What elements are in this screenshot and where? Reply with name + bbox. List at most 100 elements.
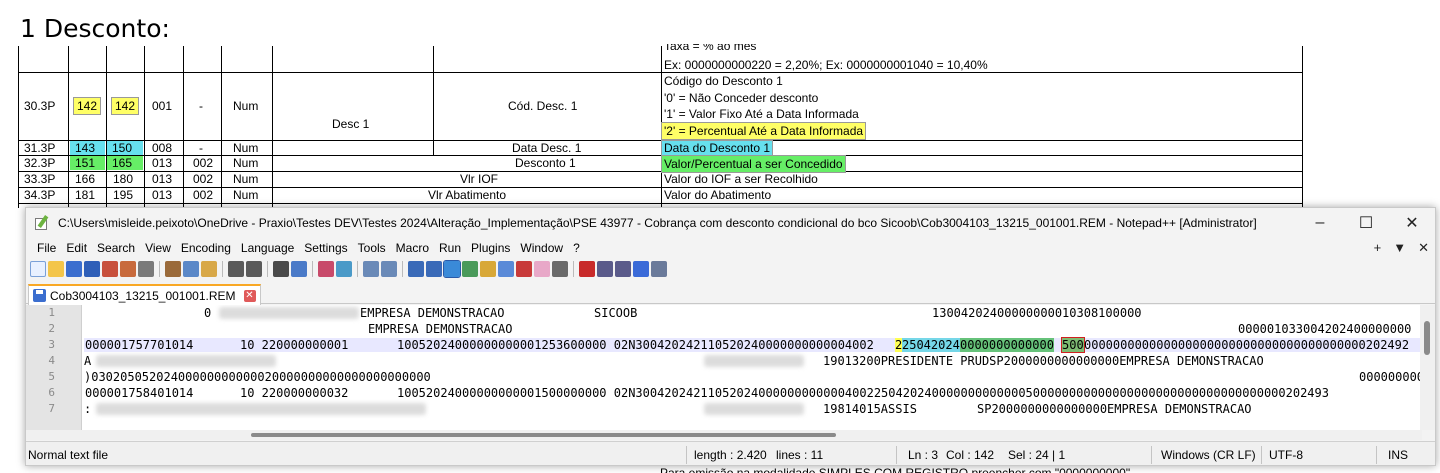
document-map-icon[interactable] bbox=[462, 261, 478, 277]
redacted-text bbox=[704, 403, 804, 415]
close-button[interactable]: ✕ bbox=[1389, 208, 1435, 238]
redacted-text bbox=[219, 307, 359, 319]
row-desc-highlight: Valor/Percentual a ser Concedido bbox=[661, 155, 846, 173]
minimize-button[interactable]: – bbox=[1297, 208, 1343, 238]
zoom-in-icon[interactable] bbox=[318, 261, 334, 277]
indent-guide-icon[interactable] bbox=[443, 260, 461, 278]
row-type: Num bbox=[233, 172, 259, 186]
play-macro-icon[interactable] bbox=[615, 261, 631, 277]
menu-bar: File Edit Search View Encoding Language … bbox=[26, 238, 1435, 258]
row-desc-highlight: Data do Desconto 1 bbox=[661, 140, 774, 156]
sync-horizontal-icon[interactable] bbox=[381, 261, 397, 277]
toolbar-separator bbox=[402, 261, 403, 277]
scroll-thumb[interactable] bbox=[251, 433, 836, 437]
status-divider bbox=[1376, 446, 1377, 464]
row-type: Num bbox=[233, 156, 259, 170]
menu-language[interactable]: Language bbox=[236, 241, 299, 255]
save-macro-icon[interactable] bbox=[651, 261, 667, 277]
tab-close-icon[interactable]: ✕ bbox=[243, 289, 256, 302]
word-wrap-icon[interactable] bbox=[408, 261, 424, 277]
row-decimals: - bbox=[199, 141, 203, 155]
record-macro-icon[interactable] bbox=[579, 261, 595, 277]
menu-edit[interactable]: Edit bbox=[61, 241, 92, 255]
stop-macro-icon[interactable] bbox=[597, 261, 613, 277]
undo-icon[interactable] bbox=[228, 261, 244, 277]
menu-help[interactable]: ? bbox=[568, 241, 585, 255]
editor-line-current: 000001757701014 10 220000000001 10052024… bbox=[84, 337, 1422, 353]
table-col-divider bbox=[68, 46, 69, 208]
row-start-pos: 151 bbox=[70, 156, 105, 170]
status-divider bbox=[896, 446, 897, 464]
folder-workspace-icon[interactable] bbox=[534, 261, 550, 277]
status-column: Col : 142 bbox=[946, 448, 995, 462]
new-file-icon[interactable] bbox=[30, 261, 46, 277]
editor-line: A 19013200PRESIDENTE PRUDSP2000000000000… bbox=[84, 354, 1264, 368]
menu-run[interactable]: Run bbox=[434, 241, 466, 255]
new-tab-plus-icon[interactable]: + bbox=[1374, 240, 1382, 256]
menu-plugins[interactable]: Plugins bbox=[466, 241, 515, 255]
show-all-chars-icon[interactable] bbox=[426, 261, 442, 277]
row-type: Num bbox=[233, 188, 259, 202]
maximize-button[interactable]: ☐ bbox=[1343, 208, 1389, 238]
udl-icon[interactable] bbox=[480, 261, 496, 277]
menu-settings[interactable]: Settings bbox=[299, 241, 352, 255]
status-divider bbox=[1261, 446, 1262, 464]
table-col-divider bbox=[144, 46, 145, 208]
toolbar-separator bbox=[357, 261, 358, 277]
save-all-icon[interactable] bbox=[84, 261, 100, 277]
cut-icon[interactable] bbox=[165, 261, 181, 277]
redo-icon[interactable] bbox=[246, 261, 262, 277]
status-lines: lines : 11 bbox=[776, 448, 824, 462]
open-file-icon[interactable] bbox=[48, 261, 64, 277]
selection-discount-value-end: 500 bbox=[1061, 337, 1085, 353]
status-insert-mode: INS bbox=[1388, 448, 1409, 462]
row-id: 34.3P bbox=[24, 188, 56, 202]
toolbar bbox=[30, 258, 667, 280]
vertical-scrollbar[interactable] bbox=[1420, 305, 1435, 430]
row-desc: Valor do Abatimento bbox=[664, 188, 772, 202]
replace-icon[interactable] bbox=[291, 261, 307, 277]
row-size: 013 bbox=[152, 156, 173, 170]
copy-icon[interactable] bbox=[183, 261, 199, 277]
text-editor[interactable]: 1 2 3 4 5 6 7 0 EMPRESA DEMONSTRACAO SIC… bbox=[26, 305, 1422, 430]
row-end-pos: 195 bbox=[113, 188, 134, 202]
scroll-thumb[interactable] bbox=[1424, 321, 1430, 355]
row-id: 33.3P bbox=[24, 172, 56, 186]
close-doc-icon[interactable]: ✕ bbox=[1418, 240, 1429, 256]
file-tab[interactable]: Cob3004103_13215_001001.REM ✕ bbox=[28, 284, 261, 305]
title-bar[interactable]: C:\Users\misleide.peixoto\OneDrive - Pra… bbox=[26, 208, 1435, 238]
print-icon[interactable] bbox=[138, 261, 154, 277]
redacted-text bbox=[96, 403, 426, 415]
row-group: Desc 1 bbox=[332, 117, 370, 131]
table-col-divider bbox=[272, 46, 273, 208]
row-size: 013 bbox=[152, 188, 173, 202]
horizontal-scrollbar[interactable] bbox=[26, 430, 1422, 440]
function-list-icon[interactable] bbox=[516, 261, 532, 277]
close-all-icon[interactable] bbox=[120, 261, 136, 277]
tab-list-dropdown-icon[interactable]: ▼ bbox=[1393, 240, 1406, 256]
run-macro-multiple-icon[interactable] bbox=[633, 261, 649, 277]
row-type: Num bbox=[233, 99, 259, 113]
menu-tools[interactable]: Tools bbox=[353, 241, 391, 255]
paste-icon[interactable] bbox=[201, 261, 217, 277]
save-icon[interactable] bbox=[66, 261, 82, 277]
doc-list-icon[interactable] bbox=[498, 261, 514, 277]
menu-view[interactable]: View bbox=[140, 241, 176, 255]
menu-file[interactable]: File bbox=[32, 241, 61, 255]
menu-encoding[interactable]: Encoding bbox=[176, 241, 236, 255]
monitoring-icon[interactable] bbox=[552, 261, 568, 277]
menu-macro[interactable]: Macro bbox=[391, 241, 434, 255]
menu-window[interactable]: Window bbox=[515, 241, 568, 255]
menu-search[interactable]: Search bbox=[92, 241, 140, 255]
table-row-divider bbox=[18, 72, 1303, 73]
table-note-bottom: Para emissão na modalidade SIMPLES COM R… bbox=[660, 466, 1134, 473]
status-encoding: UTF-8 bbox=[1269, 448, 1303, 462]
close-file-icon[interactable] bbox=[102, 261, 118, 277]
zoom-out-icon[interactable] bbox=[336, 261, 352, 277]
line-number: 7 bbox=[48, 402, 55, 415]
row-decimals: - bbox=[199, 99, 203, 113]
sync-vertical-icon[interactable] bbox=[363, 261, 379, 277]
editor-line: )030205052024000000000000200000000000000… bbox=[84, 370, 1422, 384]
row-end-pos: 180 bbox=[113, 172, 134, 186]
find-icon[interactable] bbox=[273, 261, 289, 277]
